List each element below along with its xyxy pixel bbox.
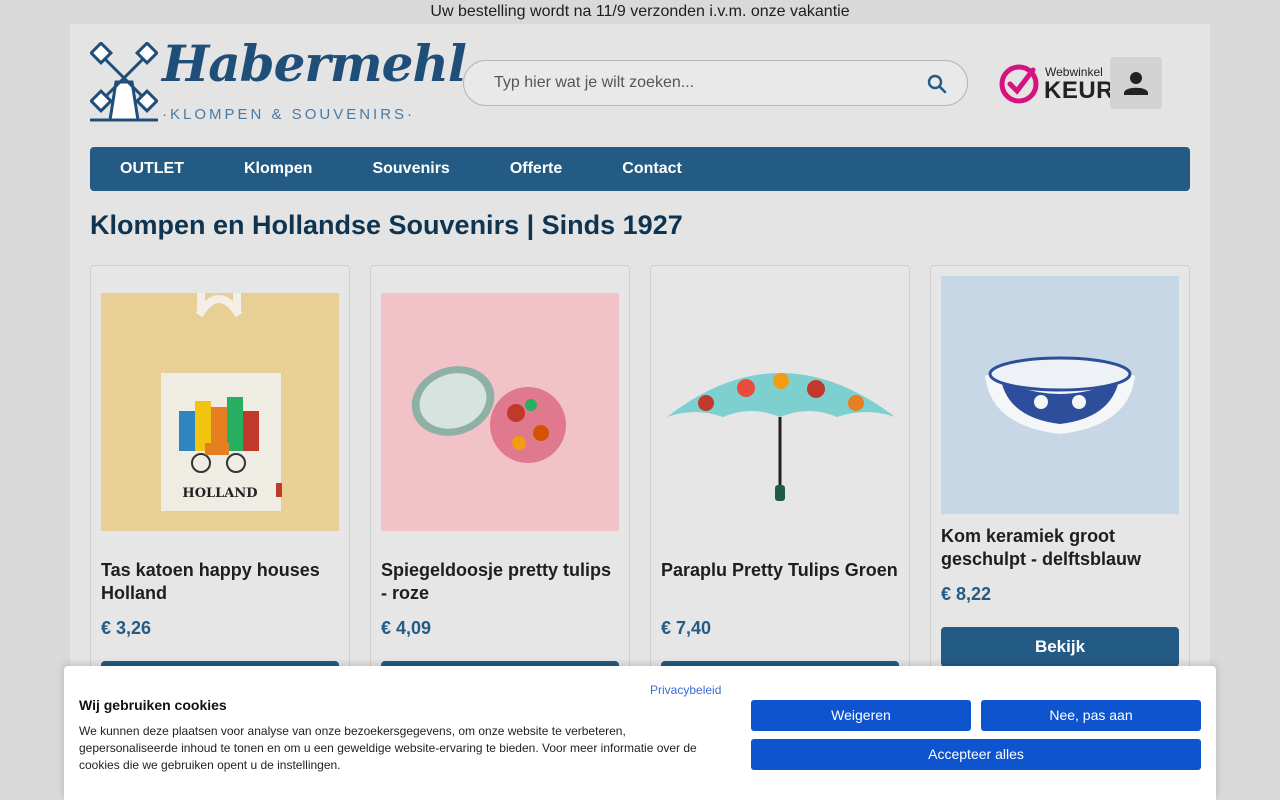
product-name[interactable]: Kom keramiek groot geschulpt - delftsbla… — [941, 525, 1179, 571]
product-image[interactable] — [941, 276, 1179, 514]
product-price: € 4,09 — [381, 618, 432, 638]
product-price: € 8,22 — [941, 584, 992, 604]
product-image[interactable] — [381, 293, 619, 531]
product-name[interactable]: Tas katoen happy houses Holland — [101, 559, 339, 605]
product-price: € 3,26 — [101, 618, 152, 638]
product-card[interactable]: Kom keramiek groot geschulpt - delftsbla… — [930, 265, 1190, 705]
nav-item-souvenirs[interactable]: Souvenirs — [372, 160, 449, 178]
account-button[interactable] — [1110, 57, 1162, 109]
product-name[interactable]: Spiegeldoosje pretty tulips - roze — [381, 559, 619, 605]
customize-cookies-button[interactable]: Nee, pas aan — [981, 700, 1201, 731]
cookie-banner: Wij gebruiken cookies We kunnen deze pla… — [64, 666, 1216, 800]
product-price: € 7,40 — [661, 618, 712, 638]
nav-item-offerte[interactable]: Offerte — [510, 160, 562, 178]
product-card[interactable]: Paraplu Pretty Tulips Groen € 7,40 — [650, 265, 910, 705]
site-header: Habermehl ·KLOMPEN & SOUVENIRS· Webwinke… — [70, 24, 1210, 147]
announcement-bar: Uw bestelling wordt na 11/9 verzonden i.… — [430, 3, 850, 20]
page-title: Klompen en Hollandse Souvenirs | Sinds 1… — [90, 210, 683, 240]
privacy-policy-link[interactable]: Privacybeleid — [650, 683, 721, 697]
search-icon[interactable] — [925, 72, 949, 96]
search-input[interactable] — [494, 71, 914, 95]
nav-item-outlet[interactable]: OUTLET — [120, 160, 184, 178]
user-icon — [1124, 72, 1148, 95]
nav-item-contact[interactable]: Contact — [622, 160, 682, 178]
webwinkel-keur-badge[interactable]: Webwinkel KEUR — [997, 62, 1115, 108]
cookie-text: We kunnen deze plaatsen voor analyse van… — [79, 724, 697, 772]
view-product-button[interactable]: Bekijk — [941, 627, 1179, 667]
keur-line2: KEUR — [1044, 77, 1115, 104]
nav-item-klompen[interactable]: Klompen — [244, 160, 312, 178]
bag-print-text: HOLLAND — [182, 486, 257, 501]
search-bar — [463, 60, 968, 106]
cookie-title: Wij gebruiken cookies — [79, 697, 227, 713]
main-nav: OUTLET Klompen Souvenirs Offerte Contact — [90, 147, 1190, 191]
reject-cookies-button[interactable]: Weigeren — [751, 700, 971, 731]
product-card[interactable]: HOLLAND Tas katoen happy houses Holland … — [90, 265, 350, 705]
product-image[interactable] — [661, 293, 899, 531]
keur-check-icon — [999, 64, 1039, 104]
product-image[interactable]: HOLLAND — [101, 293, 339, 531]
windmill-icon — [90, 42, 158, 122]
logo-wordmark: Habermehl — [162, 34, 467, 93]
logo-tagline: ·KLOMPEN & SOUVENIRS· — [162, 106, 416, 123]
product-card[interactable]: Spiegeldoosje pretty tulips - roze € 4,0… — [370, 265, 630, 705]
product-name[interactable]: Paraplu Pretty Tulips Groen — [661, 559, 899, 582]
accept-all-cookies-button[interactable]: Accepteer alles — [751, 739, 1201, 770]
site-logo[interactable]: Habermehl ·KLOMPEN & SOUVENIRS· — [90, 34, 467, 124]
